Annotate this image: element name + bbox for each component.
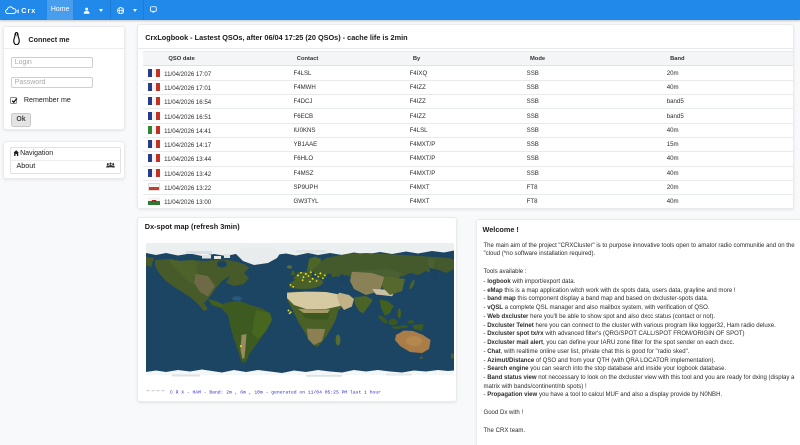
svg-text:C R X - HAM - Band: 2m , 6m ,: C R X - HAM - Band: 2m , 6m , 10m - gene… — [170, 389, 381, 395]
